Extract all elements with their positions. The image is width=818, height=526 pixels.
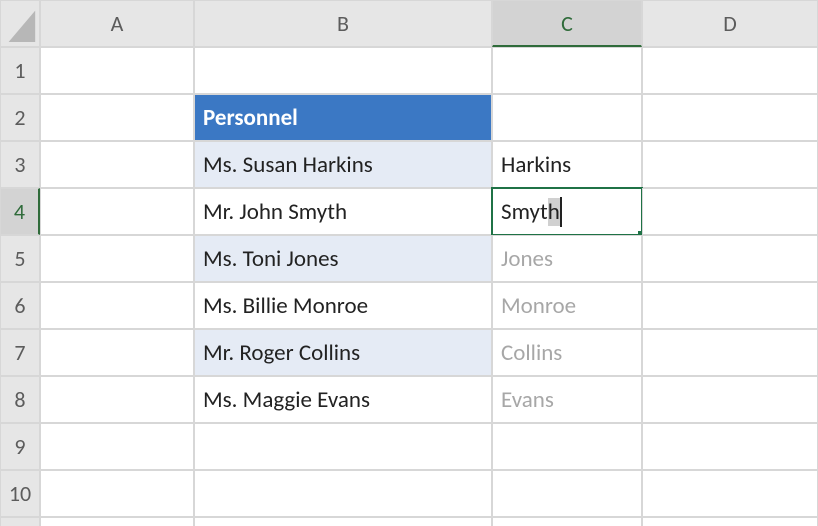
row-header-6[interactable]: 6: [0, 282, 40, 329]
cell-A6[interactable]: [40, 282, 194, 329]
cell-B9[interactable]: [194, 423, 492, 470]
row-header-5[interactable]: 5: [0, 235, 40, 282]
cell-D1[interactable]: [642, 47, 818, 94]
cell-B1[interactable]: [194, 47, 492, 94]
select-all-corner[interactable]: [0, 0, 40, 47]
cell-A4[interactable]: [40, 188, 194, 235]
cell-B4[interactable]: Mr. John Smyth: [194, 188, 492, 235]
row-header-1[interactable]: 1: [0, 47, 40, 94]
cell-D4[interactable]: [642, 188, 818, 235]
cell-B3[interactable]: Ms. Susan Harkins: [194, 141, 492, 188]
editing-selected-char: h: [548, 198, 560, 226]
cell-C6-flashfill[interactable]: Monroe: [492, 282, 642, 329]
cell-A2[interactable]: [40, 94, 194, 141]
cell-A7[interactable]: [40, 329, 194, 376]
cell-C4-editing[interactable]: Smyth: [492, 188, 642, 235]
row-header-10[interactable]: 10: [0, 470, 40, 517]
cell-A1[interactable]: [40, 47, 194, 94]
cell-D11[interactable]: [642, 517, 818, 526]
cell-A10[interactable]: [40, 470, 194, 517]
row-header-4[interactable]: 4: [0, 188, 40, 235]
cell-D7[interactable]: [642, 329, 818, 376]
col-header-A[interactable]: A: [40, 0, 194, 47]
cell-B5[interactable]: Ms. Toni Jones: [194, 235, 492, 282]
cell-C11[interactable]: [492, 517, 642, 526]
cell-C1[interactable]: [492, 47, 642, 94]
col-header-C[interactable]: C: [492, 0, 642, 47]
row-header-11[interactable]: 11: [0, 517, 40, 526]
cell-B10[interactable]: [194, 470, 492, 517]
cell-A9[interactable]: [40, 423, 194, 470]
row-header-9[interactable]: 9: [0, 423, 40, 470]
cell-A3[interactable]: [40, 141, 194, 188]
cell-D9[interactable]: [642, 423, 818, 470]
cell-C5-flashfill[interactable]: Jones: [492, 235, 642, 282]
cell-D3[interactable]: [642, 141, 818, 188]
cell-B11[interactable]: [194, 517, 492, 526]
editing-text-prefix: Smyt: [501, 198, 548, 226]
cell-C7-flashfill[interactable]: Collins: [492, 329, 642, 376]
cell-C3[interactable]: Harkins: [492, 141, 642, 188]
col-header-B[interactable]: B: [194, 0, 492, 47]
row-header-7[interactable]: 7: [0, 329, 40, 376]
cell-D5[interactable]: [642, 235, 818, 282]
cell-B2-table-header[interactable]: Personnel: [194, 94, 492, 141]
row-header-2[interactable]: 2: [0, 94, 40, 141]
spreadsheet-grid[interactable]: A B C D 1 2 Personnel 3 Ms. Susan Harkin…: [0, 0, 818, 517]
text-cursor: [560, 197, 562, 227]
row-header-3[interactable]: 3: [0, 141, 40, 188]
row-header-8[interactable]: 8: [0, 376, 40, 423]
cell-D6[interactable]: [642, 282, 818, 329]
cell-D8[interactable]: [642, 376, 818, 423]
cell-C10[interactable]: [492, 470, 642, 517]
col-header-D[interactable]: D: [642, 0, 818, 47]
cell-D2[interactable]: [642, 94, 818, 141]
partial-row-11: 11: [0, 517, 818, 526]
cell-A8[interactable]: [40, 376, 194, 423]
cell-D10[interactable]: [642, 470, 818, 517]
cell-C9[interactable]: [492, 423, 642, 470]
cell-A5[interactable]: [40, 235, 194, 282]
cell-B7[interactable]: Mr. Roger Collins: [194, 329, 492, 376]
cell-A11[interactable]: [40, 517, 194, 526]
cell-B6[interactable]: Ms. Billie Monroe: [194, 282, 492, 329]
cell-B8[interactable]: Ms. Maggie Evans: [194, 376, 492, 423]
cell-C2[interactable]: [492, 94, 642, 141]
cell-C8-flashfill[interactable]: Evans: [492, 376, 642, 423]
